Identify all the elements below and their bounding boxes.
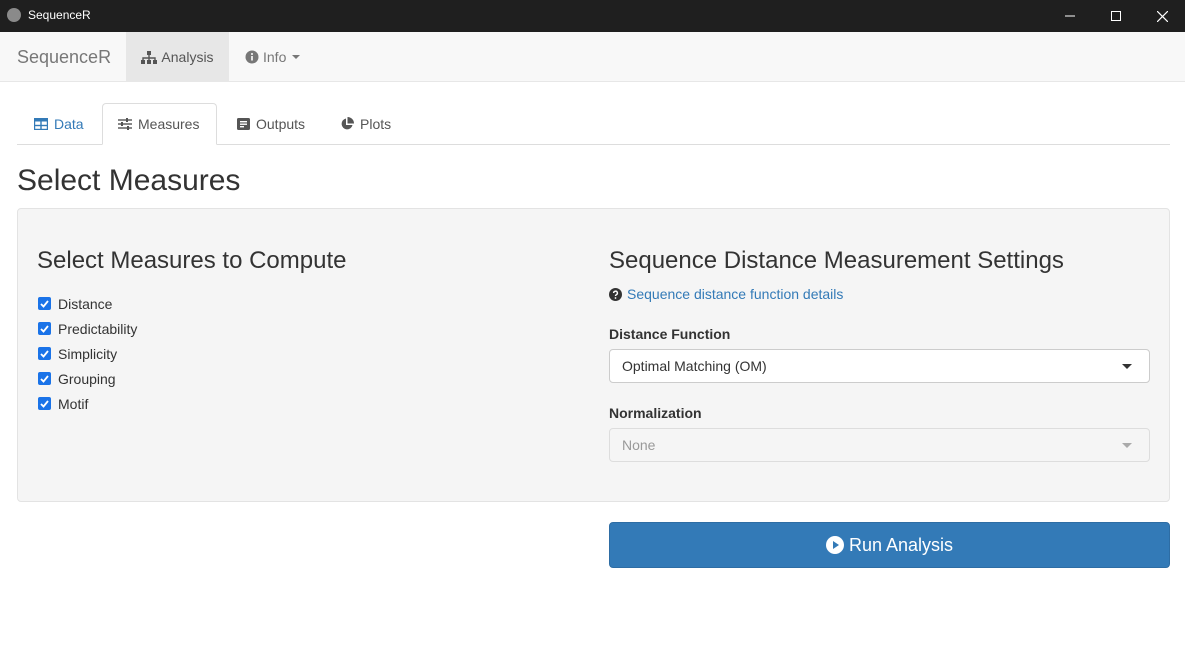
sitemap-icon	[141, 50, 158, 64]
distance-function-select[interactable]: Optimal Matching (OM)	[609, 349, 1150, 383]
close-icon	[1156, 10, 1168, 22]
list-alt-icon	[237, 118, 250, 130]
checkbox-checked-icon[interactable]	[38, 297, 51, 310]
tab-data-label: Data	[54, 116, 84, 132]
play-circle-icon	[825, 536, 844, 554]
checkbox-checked-icon[interactable]	[38, 347, 51, 360]
maximize-button[interactable]	[1093, 0, 1139, 32]
tab-bar: Data Measures Outputs Plots	[17, 103, 1170, 145]
measures-checklist: Distance Predictability Simplicity Group…	[38, 291, 137, 416]
measure-option-label: Simplicity	[58, 345, 118, 362]
measures-panel: Select Measures to Compute Distance Pred…	[17, 208, 1170, 502]
normalization-value: None	[622, 437, 656, 453]
measure-option-motif[interactable]: Motif	[38, 391, 137, 416]
caret-down-icon	[1122, 443, 1132, 448]
distance-function-value: Optimal Matching (OM)	[622, 358, 767, 374]
distance-help-link-label: Sequence distance function details	[627, 286, 844, 302]
minimize-icon	[1065, 15, 1075, 17]
table-icon	[34, 118, 48, 130]
settings-section-title: Sequence Distance Measurement Settings	[609, 247, 1064, 274]
tab-outputs[interactable]: Outputs	[222, 103, 320, 145]
tab-plots[interactable]: Plots	[325, 103, 406, 145]
minimize-button[interactable]	[1047, 0, 1093, 32]
navbar-brand[interactable]: SequenceR	[17, 47, 111, 68]
measure-option-label: Grouping	[58, 370, 116, 387]
measure-option-predictability[interactable]: Predictability	[38, 316, 137, 341]
tab-plots-label: Plots	[360, 116, 392, 132]
tab-measures[interactable]: Measures	[102, 103, 217, 145]
pie-chart-icon	[341, 117, 354, 130]
page-title: Select Measures	[17, 164, 241, 197]
measure-option-label: Motif	[58, 395, 89, 412]
top-navbar: SequenceR Analysis Info	[0, 32, 1185, 82]
nav-item-analysis[interactable]: Analysis	[126, 32, 229, 82]
nav-item-analysis-label: Analysis	[161, 49, 214, 65]
close-button[interactable]	[1139, 0, 1185, 32]
caret-down-icon	[1122, 364, 1132, 369]
window-titlebar: SequenceR	[0, 0, 1185, 32]
normalization-label: Normalization	[609, 405, 702, 421]
nav-item-info[interactable]: Info	[245, 32, 301, 82]
window-controls	[1047, 0, 1185, 32]
distance-function-label: Distance Function	[609, 326, 731, 342]
checkbox-checked-icon[interactable]	[38, 397, 51, 410]
tab-outputs-label: Outputs	[256, 116, 306, 132]
measure-option-distance[interactable]: Distance	[38, 291, 137, 316]
app-icon	[7, 8, 21, 22]
window-title: SequenceR	[28, 8, 91, 22]
sliders-icon	[118, 118, 132, 130]
nav-item-info-label: Info	[263, 49, 287, 65]
tab-measures-label: Measures	[138, 116, 200, 132]
chevron-down-icon	[292, 55, 301, 59]
info-circle-icon	[245, 50, 259, 64]
tab-data[interactable]: Data	[19, 103, 99, 145]
distance-help-link[interactable]: Sequence distance function details	[609, 286, 843, 302]
normalization-select[interactable]: None	[609, 428, 1150, 462]
measures-section-title: Select Measures to Compute	[37, 247, 347, 274]
run-analysis-button[interactable]: Run Analysis	[609, 522, 1170, 568]
run-analysis-label: Run Analysis	[848, 534, 954, 555]
measure-option-label: Predictability	[58, 320, 138, 337]
measure-option-simplicity[interactable]: Simplicity	[38, 341, 137, 366]
measure-option-grouping[interactable]: Grouping	[38, 366, 137, 391]
checkbox-checked-icon[interactable]	[38, 372, 51, 385]
maximize-icon	[1111, 11, 1121, 21]
checkbox-checked-icon[interactable]	[38, 322, 51, 335]
measure-option-label: Distance	[58, 295, 113, 312]
question-circle-icon	[609, 287, 622, 301]
